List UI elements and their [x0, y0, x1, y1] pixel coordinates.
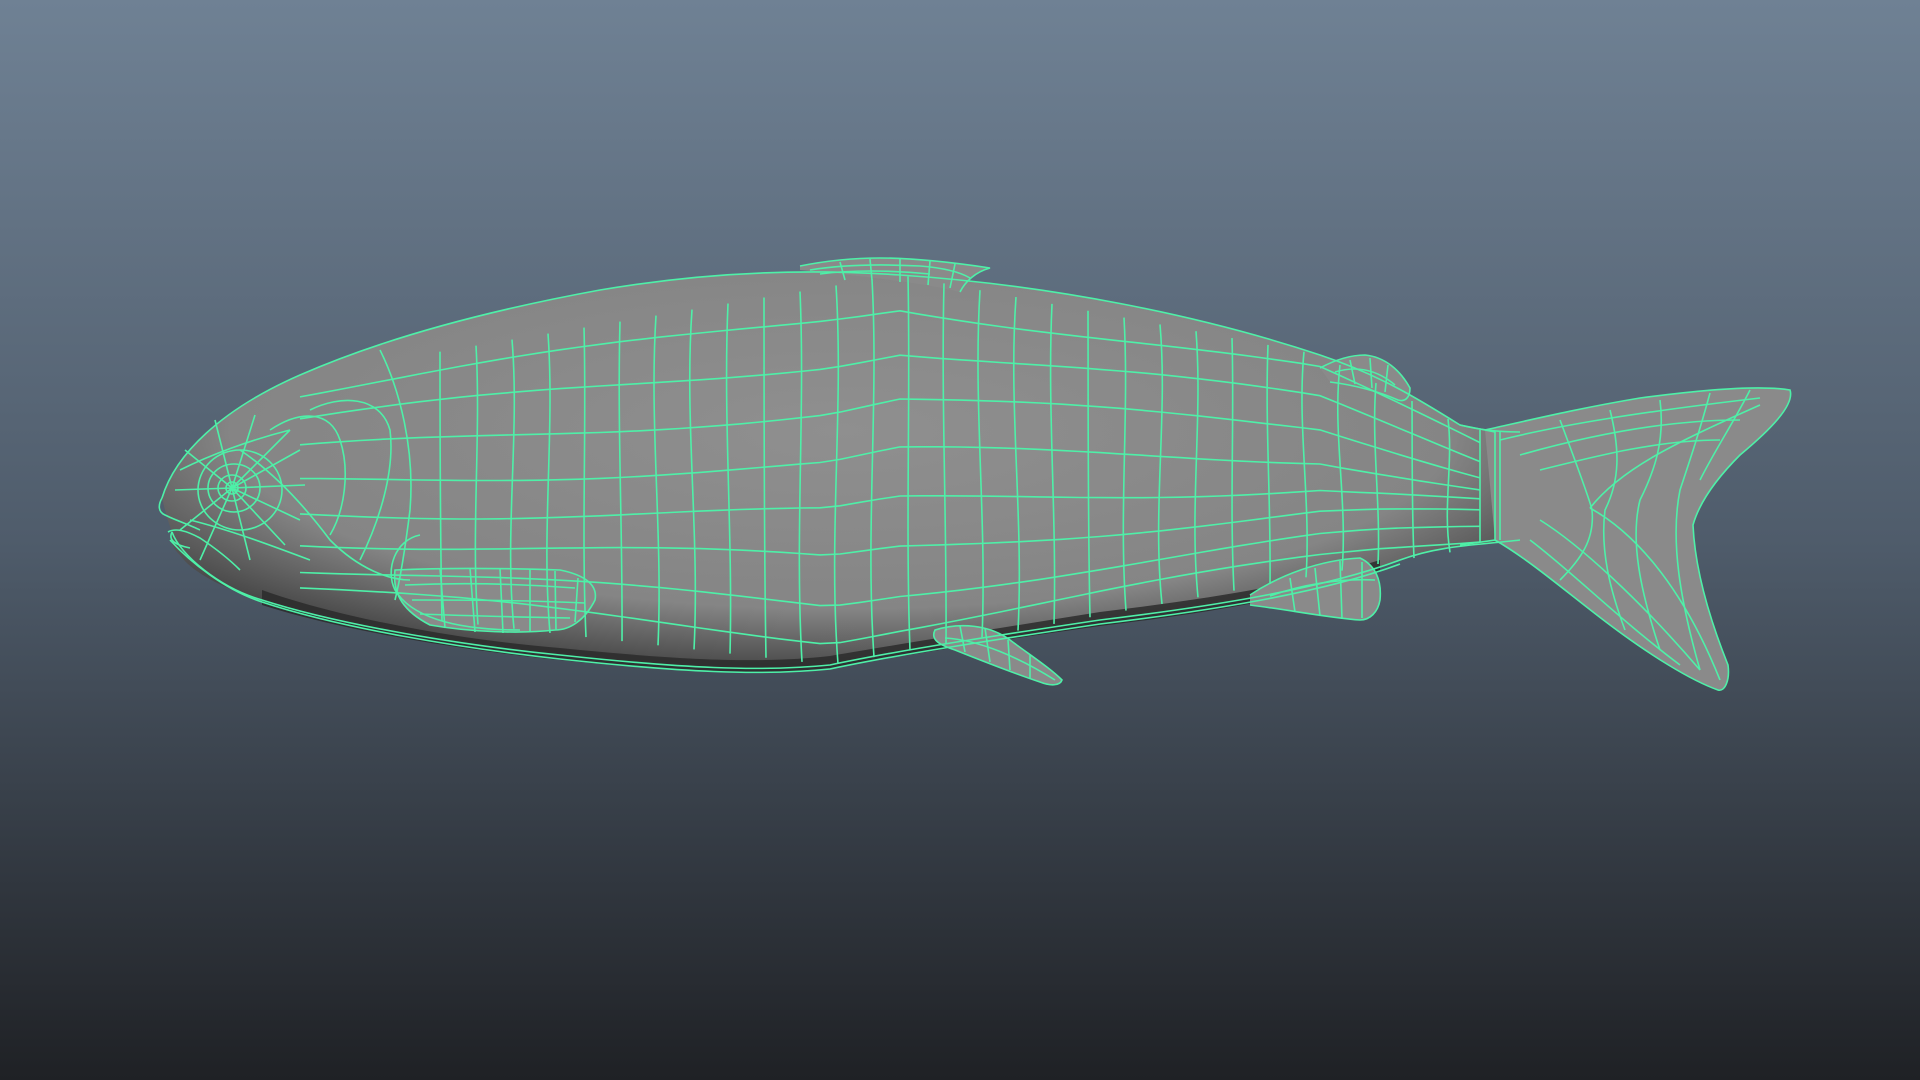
fish-wireframe-model[interactable] — [0, 0, 1920, 1080]
pelvic-fin — [933, 625, 1062, 685]
3d-viewport[interactable] — [0, 0, 1920, 1080]
